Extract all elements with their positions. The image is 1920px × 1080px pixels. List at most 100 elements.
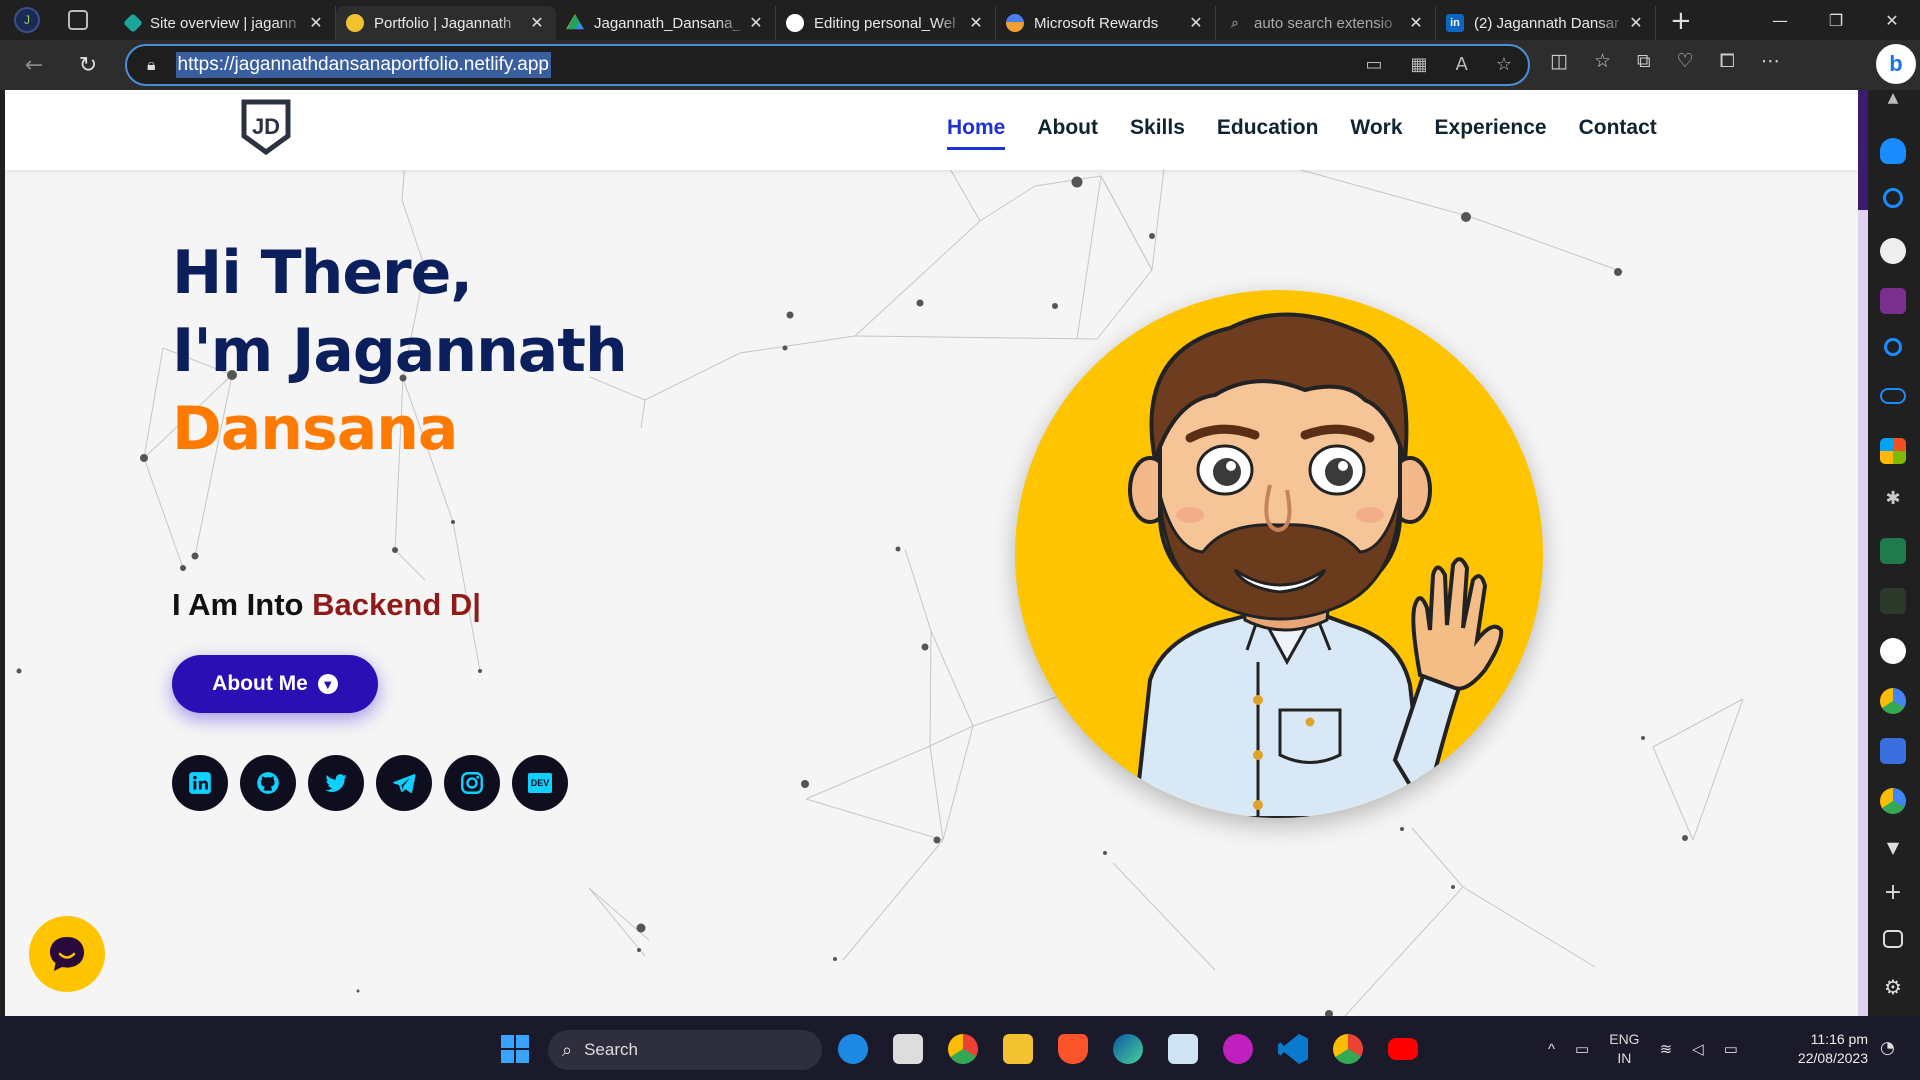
wps-icon[interactable] (1223, 1034, 1253, 1064)
notification-bell-icon[interactable]: ◔ (1880, 1038, 1895, 1058)
brave-icon[interactable] (1058, 1034, 1088, 1064)
twitter-icon[interactable] (308, 755, 364, 811)
close-icon[interactable]: ✕ (1407, 13, 1425, 33)
vscode-icon[interactable] (1278, 1034, 1308, 1064)
edge-icon[interactable] (1113, 1034, 1143, 1064)
edge-preview-icon[interactable] (838, 1034, 868, 1064)
chrome-profile-icon[interactable] (1333, 1034, 1363, 1064)
tab-microsoft-rewards[interactable]: Microsoft Rewards ✕ (996, 6, 1216, 40)
workspaces-icon[interactable] (68, 10, 88, 30)
tab-linkedin[interactable]: in (2) Jagannath Dansar ✕ (1436, 6, 1656, 40)
jd-logo[interactable]: JD (238, 98, 294, 156)
lightbulb-extension-icon[interactable] (1880, 538, 1906, 564)
calendar-icon[interactable] (1880, 738, 1906, 764)
page-scrollbar[interactable] (1858, 90, 1868, 1016)
google-cloud-icon[interactable] (1880, 688, 1906, 714)
nav-skills[interactable]: Skills (1130, 116, 1185, 150)
tab-site-overview[interactable]: Site overview | jagann ✕ (116, 6, 336, 40)
clock[interactable]: 11:16 pm 22/08/2023 (1780, 1030, 1868, 1068)
chevron-up-icon[interactable]: ^ (1548, 1041, 1555, 1058)
close-icon[interactable]: ✕ (1627, 13, 1645, 33)
lock-icon[interactable]: 🔒︎ (147, 55, 156, 75)
nav-home[interactable]: Home (947, 116, 1006, 150)
nav-education[interactable]: Education (1217, 116, 1319, 150)
close-window-button[interactable]: ✕ (1864, 0, 1920, 40)
close-icon[interactable]: ✕ (967, 13, 985, 33)
bing-copilot-icon[interactable]: b (1876, 44, 1916, 84)
bookmark-extension-icon[interactable] (1880, 288, 1906, 314)
touch-keyboard-icon[interactable]: ▭ (1575, 1040, 1589, 1058)
discover-search-icon[interactable] (1884, 338, 1902, 356)
favorite-star-icon[interactable]: ☆ (1496, 54, 1512, 75)
restore-button[interactable]: ❐ (1808, 0, 1864, 40)
bee-extension-icon[interactable]: ✱ (1880, 488, 1906, 514)
tab-portfolio[interactable]: Portfolio | Jagannath ✕ (336, 6, 556, 40)
chrome-icon[interactable] (948, 1034, 978, 1064)
collections-icon[interactable]: ⧉ (1637, 50, 1651, 72)
nav-about[interactable]: About (1037, 116, 1098, 150)
tab-title: Jagannath_Dansana_ (594, 14, 741, 32)
close-icon[interactable]: ✕ (1187, 13, 1205, 33)
office-icon[interactable] (1880, 438, 1906, 464)
favorites-icon[interactable]: ☆ (1594, 50, 1611, 72)
monitor-app-icon[interactable] (1168, 1034, 1198, 1064)
close-icon[interactable]: ✕ (307, 13, 325, 33)
profile-avatar[interactable]: J (14, 7, 40, 33)
nav-experience[interactable]: Experience (1435, 116, 1547, 150)
nav-contact[interactable]: Contact (1579, 116, 1657, 150)
scrollbar-thumb[interactable] (1858, 90, 1868, 210)
task-view-icon[interactable] (893, 1034, 923, 1064)
tab-github[interactable]: Editing personal_Wel ✕ (776, 6, 996, 40)
youtube-icon[interactable] (1388, 1038, 1418, 1060)
about-me-label: About Me (212, 672, 308, 695)
close-icon[interactable]: ✕ (747, 13, 765, 33)
battery-icon[interactable]: ▭ (1724, 1040, 1738, 1058)
windows-start-icon[interactable] (501, 1035, 529, 1063)
add-sidebar-icon[interactable]: + (1880, 880, 1906, 906)
linkedin-icon[interactable] (172, 755, 228, 811)
read-aloud-icon[interactable]: A (1456, 54, 1468, 75)
split-screen-icon[interactable]: ◫ (1550, 50, 1568, 72)
google-icon[interactable] (1880, 638, 1906, 664)
taskbar-search[interactable]: ⌕ Search (548, 1030, 822, 1070)
about-me-button[interactable]: About Me ▼ (172, 655, 378, 713)
back-button[interactable]: ← (14, 45, 54, 85)
browser-toolbar: ← ↻ 🔒︎ https://jagannathdansanaportfolio… (0, 40, 1920, 90)
tab-auto-search[interactable]: ⌕ auto search extensio ✕ (1216, 6, 1436, 40)
instagram-icon[interactable] (444, 755, 500, 811)
dev-icon[interactable]: DEV (512, 755, 568, 811)
file-explorer-icon[interactable] (1003, 1034, 1033, 1064)
refresh-button[interactable]: ↻ (68, 45, 108, 85)
telegram-icon[interactable] (376, 755, 432, 811)
new-tab-button[interactable]: + (1670, 6, 1692, 36)
edge-sidebar: ▲ ✱ ▼ + ⚙ (1868, 90, 1920, 1016)
settings-gear-icon[interactable]: ⚙ (1880, 975, 1906, 1001)
chevron-down-icon[interactable]: ▼ (1880, 838, 1906, 864)
search-icon[interactable] (1883, 188, 1903, 208)
address-bar-actions: ▭ ▦ A ☆ (1366, 54, 1513, 75)
chat-widget-button[interactable] (29, 916, 105, 992)
more-options-icon[interactable]: ⋯ (1761, 50, 1780, 72)
tab-google-drive[interactable]: Jagannath_Dansana_ ✕ (556, 6, 776, 40)
minimize-button[interactable]: — (1752, 0, 1808, 40)
app-available-icon[interactable]: ▭ (1366, 54, 1383, 75)
notifications-icon[interactable] (1880, 138, 1906, 164)
language-indicator[interactable]: ENG IN (1609, 1030, 1639, 1068)
hide-sidebar-icon[interactable] (1883, 930, 1903, 948)
search-icon: ⌕ (562, 1039, 573, 1060)
volume-icon[interactable]: ◁ (1692, 1040, 1704, 1058)
address-bar[interactable]: 🔒︎ https://jagannathdansanaportfolio.net… (125, 44, 1530, 86)
chatgpt-icon[interactable] (1880, 238, 1906, 264)
chevron-up-icon[interactable]: ▲ (1880, 90, 1906, 116)
github-icon[interactable] (240, 755, 296, 811)
google-cloud-icon-2[interactable] (1880, 788, 1906, 814)
browser-essentials-icon[interactable]: ♡ (1677, 50, 1694, 72)
extensions-icon[interactable]: ⧠ (1720, 50, 1735, 72)
gramlin-icon[interactable] (1880, 588, 1906, 614)
nav-work[interactable]: Work (1350, 116, 1402, 150)
onedrive-icon[interactable] (1880, 388, 1906, 404)
extensions-grid-icon[interactable]: ▦ (1411, 54, 1428, 75)
close-icon[interactable]: ✕ (528, 13, 546, 33)
wifi-icon[interactable]: ≋ (1660, 1040, 1673, 1058)
url-text[interactable]: https://jagannathdansanaportfolio.netlif… (175, 52, 551, 78)
